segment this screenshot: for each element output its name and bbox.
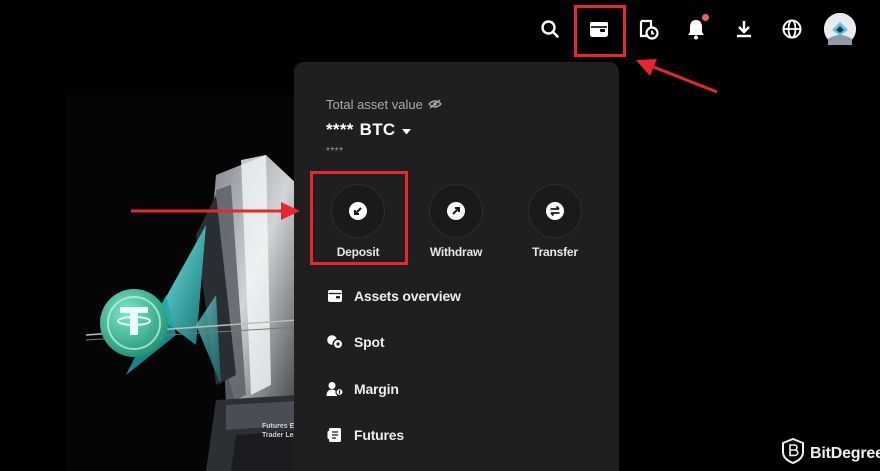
hide-balance-icon[interactable] xyxy=(427,97,442,112)
bell-icon[interactable] xyxy=(681,14,711,44)
menu-item-spot[interactable]: Spot xyxy=(326,330,385,354)
top-navigation-bar xyxy=(0,0,880,60)
menu-item-label: Margin xyxy=(354,381,399,397)
deposit-icon xyxy=(331,184,385,238)
wallet-icon xyxy=(326,287,344,305)
menu-item-label: Assets overview xyxy=(354,288,461,304)
download-icon[interactable] xyxy=(729,14,759,44)
bitdegree-logo-icon xyxy=(782,437,804,469)
deposit-label: Deposit xyxy=(336,245,380,259)
masked-fiat-value: **** xyxy=(326,146,344,157)
menu-item-assets-overview[interactable]: Assets overview xyxy=(326,284,461,308)
currency-label: BTC xyxy=(359,120,396,139)
hero-caption-line-1: Futures E xyxy=(262,423,295,430)
wallet-dropdown-panel: Total asset value **** BTC **** Deposit … xyxy=(294,62,619,471)
spot-icon xyxy=(326,333,344,351)
withdraw-label: Withdraw xyxy=(429,245,483,259)
masked-balance: **** xyxy=(326,120,354,139)
wallet-icon[interactable] xyxy=(584,14,614,44)
watermark-text: BitDegree xyxy=(810,444,880,462)
chevron-down-icon xyxy=(401,120,411,140)
hero-caption-line-2: Trader Leade xyxy=(262,432,298,439)
hero-trophy-image: Futures E Trader Leade xyxy=(66,95,298,471)
total-asset-label-text: Total asset value xyxy=(326,97,423,112)
withdraw-icon xyxy=(429,184,483,238)
deposit-button[interactable]: Deposit xyxy=(323,184,393,259)
margin-icon xyxy=(326,380,344,398)
menu-item-margin[interactable]: Margin xyxy=(326,377,399,401)
globe-icon[interactable] xyxy=(777,14,807,44)
withdraw-button[interactable]: Withdraw xyxy=(421,184,491,259)
avatar[interactable] xyxy=(824,13,856,45)
arrow-to-wallet xyxy=(650,64,718,94)
menu-item-futures[interactable]: Futures xyxy=(326,423,404,447)
total-asset-value[interactable]: **** BTC xyxy=(326,120,411,140)
menu-item-label: Futures xyxy=(354,427,404,443)
transfer-label: Transfer xyxy=(532,245,578,259)
total-asset-label: Total asset value xyxy=(326,97,442,112)
search-icon[interactable] xyxy=(535,14,565,44)
order-history-icon[interactable] xyxy=(633,14,663,44)
menu-item-label: Spot xyxy=(354,334,385,350)
notification-dot xyxy=(702,14,709,21)
bitdegree-watermark: BitDegree xyxy=(782,437,880,469)
futures-icon xyxy=(326,426,344,444)
transfer-button[interactable]: Transfer xyxy=(520,184,590,259)
transfer-icon xyxy=(528,184,582,238)
arrow-to-wallet-head xyxy=(636,59,657,76)
